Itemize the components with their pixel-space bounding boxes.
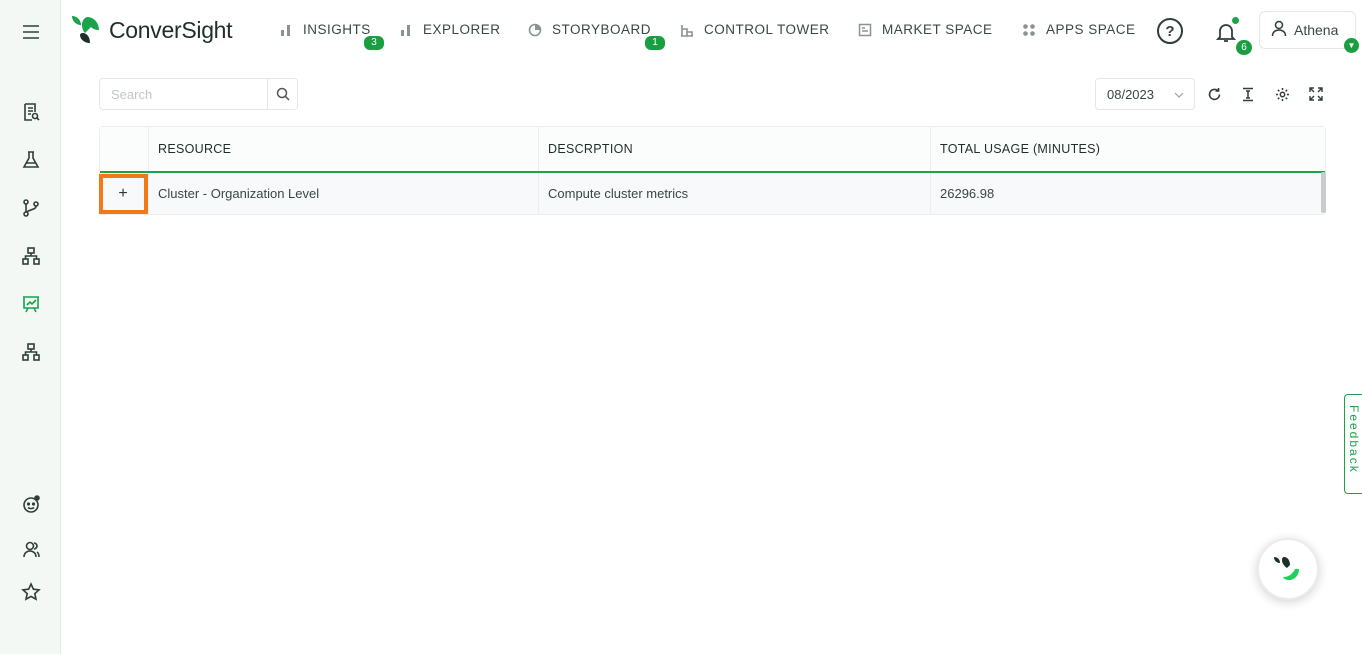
nav-storyboard[interactable]: STORYBOARD bbox=[528, 22, 651, 37]
column-header-resource[interactable]: RESOURCE bbox=[149, 127, 539, 171]
top-navigation-bar: ConverSight INSIGHTS 3 EXPLORER STORYBOA… bbox=[61, 0, 1362, 62]
column-header-total-usage[interactable]: TOTAL USAGE (MINUTES) bbox=[931, 127, 1323, 171]
logo-text: ConverSight bbox=[109, 16, 233, 43]
refresh-icon[interactable] bbox=[1205, 85, 1223, 103]
star-icon[interactable] bbox=[20, 581, 42, 603]
bar-chart-icon bbox=[279, 23, 293, 37]
cell-description: Compute cluster metrics bbox=[539, 173, 931, 214]
chevron-down-icon: ▼ bbox=[1344, 38, 1359, 53]
column-header-description[interactable]: DESCRPTION bbox=[539, 127, 931, 171]
expand-cell: + bbox=[98, 173, 149, 214]
pie-chart-icon bbox=[528, 23, 542, 37]
date-selector[interactable]: 08/2023 bbox=[1095, 78, 1195, 110]
org-structure-icon[interactable] bbox=[20, 341, 42, 363]
chevron-down-icon bbox=[1174, 88, 1184, 103]
notification-dot bbox=[1232, 17, 1239, 24]
nav-control-tower[interactable]: CONTROL TOWER bbox=[680, 22, 830, 37]
nav-explorer[interactable]: EXPLORER bbox=[399, 22, 501, 37]
left-sidebar bbox=[0, 0, 61, 654]
market-icon bbox=[858, 23, 872, 37]
apps-grid-icon bbox=[1022, 23, 1036, 37]
nav-control-tower-label: CONTROL TOWER bbox=[704, 22, 830, 37]
expand-row-button[interactable]: + bbox=[98, 173, 148, 214]
nav-apps-space-label: APPS SPACE bbox=[1046, 22, 1136, 37]
table-scrollbar[interactable] bbox=[1321, 172, 1326, 213]
user-name: Athena bbox=[1294, 22, 1339, 38]
hamburger-menu-icon[interactable] bbox=[20, 21, 42, 43]
chat-assistant-button[interactable] bbox=[1257, 538, 1319, 600]
table-header: RESOURCE DESCRPTION TOTAL USAGE (MINUTES… bbox=[100, 127, 1325, 173]
nav-insights[interactable]: INSIGHTS bbox=[279, 22, 371, 37]
help-icon[interactable]: ? bbox=[1157, 18, 1183, 44]
table-row[interactable]: + Cluster - Organization Level Compute c… bbox=[98, 173, 1325, 214]
assistant-face-icon[interactable] bbox=[20, 493, 42, 515]
nav-apps-space[interactable]: APPS SPACE bbox=[1022, 22, 1136, 37]
tower-icon bbox=[680, 23, 694, 37]
search-input[interactable] bbox=[100, 79, 267, 109]
user-menu-button[interactable]: Athena ▼ bbox=[1259, 11, 1359, 53]
report-search-icon[interactable] bbox=[20, 101, 42, 123]
insights-badge: 3 bbox=[364, 36, 384, 50]
branch-icon[interactable] bbox=[20, 197, 42, 219]
user-icon bbox=[1270, 19, 1288, 42]
text-height-icon[interactable] bbox=[1239, 85, 1257, 103]
search-box bbox=[99, 78, 298, 110]
users-icon[interactable] bbox=[20, 538, 42, 560]
conversight-logo-icon bbox=[72, 16, 99, 43]
presentation-chart-icon[interactable] bbox=[20, 293, 42, 315]
app-root: ConverSight INSIGHTS 3 EXPLORER STORYBOA… bbox=[0, 0, 1362, 654]
header-expand-cell bbox=[100, 127, 149, 171]
cell-total-usage: 26296.98 bbox=[940, 186, 995, 201]
nav-storyboard-label: STORYBOARD bbox=[552, 22, 652, 37]
gear-icon[interactable] bbox=[1273, 85, 1291, 103]
chat-logo-icon bbox=[1274, 557, 1299, 580]
usage-table: RESOURCE DESCRPTION TOTAL USAGE (MINUTES… bbox=[98, 126, 1326, 215]
nav-insights-label: INSIGHTS bbox=[303, 22, 371, 37]
bar-chart-icon bbox=[399, 23, 413, 37]
hierarchy-icon[interactable] bbox=[20, 245, 42, 267]
feedback-tab[interactable]: Feedback bbox=[1344, 394, 1362, 494]
conversight-logo[interactable]: ConverSight bbox=[69, 13, 233, 47]
storyboard-badge: 1 bbox=[645, 36, 665, 50]
notification-count-badge: 6 bbox=[1236, 40, 1252, 55]
nav-market-space-label: MARKET SPACE bbox=[882, 22, 993, 37]
feedback-label: Feedback bbox=[1347, 405, 1361, 474]
nav-market-space[interactable]: MARKET SPACE bbox=[858, 22, 993, 37]
fullscreen-icon[interactable] bbox=[1307, 85, 1325, 103]
cell-resource: Cluster - Organization Level bbox=[149, 173, 539, 214]
flask-icon[interactable] bbox=[20, 149, 42, 171]
date-value: 08/2023 bbox=[1107, 86, 1154, 102]
search-icon[interactable] bbox=[267, 79, 297, 109]
nav-explorer-label: EXPLORER bbox=[423, 22, 501, 37]
